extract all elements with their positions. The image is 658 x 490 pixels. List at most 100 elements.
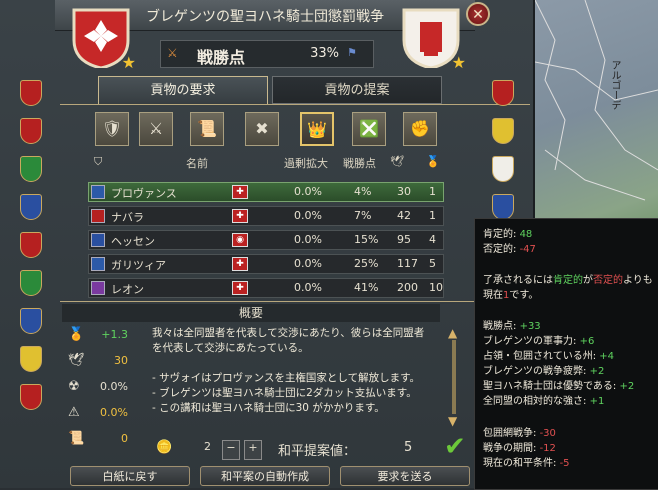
- explain-text: です。: [509, 290, 539, 301]
- gold-amount: 2: [204, 440, 211, 453]
- owner-flag-icon: ✚: [232, 257, 248, 271]
- acceptance-tooltip: 肯定的: 48 否定的: -47 了承されるには肯定的が否定的よりも 現在1です…: [474, 218, 658, 490]
- negative-label: 否定的:: [483, 244, 520, 255]
- explain-text: が: [583, 275, 593, 286]
- star-icon: ★: [121, 53, 136, 72]
- row-val2: 1: [429, 209, 436, 222]
- summary-description: 我々は全同盟者を代表して交渉にあたり、彼らは全同盟者 を代表して交渉にあたってい…: [152, 326, 442, 426]
- summary-stats: 🏅 +1.3 🕊 30 ☢ 0.0% ⚠ 0.0% 📜 0: [62, 322, 148, 460]
- demand-release-vassal[interactable]: 🛡: [95, 112, 129, 146]
- row-name: レオン: [111, 283, 144, 296]
- row-warscore: 41%: [354, 281, 379, 294]
- dove-icon: 🕊: [390, 155, 404, 168]
- ally-shield[interactable]: [20, 346, 42, 372]
- scroll-icon: 📜: [68, 431, 85, 446]
- reset-button[interactable]: 白紙に戻す: [70, 466, 190, 486]
- send-demand-button[interactable]: 要求を送る: [340, 466, 470, 486]
- enemy-shield: ★: [400, 6, 466, 72]
- enemy-ally-shield[interactable]: [492, 156, 514, 182]
- enemy-ally-shield[interactable]: [492, 118, 514, 144]
- close-button[interactable]: ✕: [466, 2, 490, 26]
- item-value: +2: [589, 366, 605, 377]
- stat-value: 0.0%: [100, 380, 128, 393]
- owner-flag-icon: ✚: [232, 209, 248, 223]
- table-row[interactable]: ヘッセン ◉ 0.0% 15% 95 4: [88, 230, 444, 250]
- desc-line: - ブレゲンツは聖ヨハネ騎士団に2ダカット支払います。: [152, 387, 417, 399]
- summary-scrollbar[interactable]: ▲ ▼: [446, 326, 462, 428]
- scroll-up-icon[interactable]: ▲: [448, 326, 457, 340]
- item-value: +4: [599, 351, 614, 362]
- peace-acceptance-label: 和平提案値：: [278, 444, 357, 459]
- our-shield: ★: [70, 6, 136, 72]
- row-val2: 5: [429, 257, 436, 270]
- tooltip-explain-2: 現在1です。: [483, 288, 538, 303]
- item-value: +2: [619, 381, 635, 392]
- desc-line: - この講和は聖ヨハネ騎士団に30 がかかります。: [152, 402, 385, 414]
- tooltip-explain-1: 了承されるには肯定的が否定的よりも: [483, 273, 653, 288]
- enemy-ally-shield[interactable]: [492, 194, 514, 220]
- desc-line: [152, 356, 442, 371]
- ally-shield[interactable]: [20, 270, 42, 296]
- row-val2: 1: [429, 185, 436, 198]
- aggressive-expansion-icon: ⚠: [68, 405, 80, 420]
- map-label: アルゴーデ: [609, 60, 620, 110]
- row-val1: 200: [397, 281, 418, 294]
- col-header-overextension: 過剰拡大: [284, 157, 328, 170]
- warscore-value: 33%: [310, 46, 339, 61]
- stat-value: 0.0%: [100, 406, 128, 419]
- tab-offer[interactable]: 貢物の提案: [272, 76, 442, 104]
- desc-line: - サヴォイはプロヴァンスを主権国家として解放します。: [152, 372, 421, 384]
- tooltip-item: ブレゲンツの戦争疲弊: +2: [483, 364, 604, 379]
- confirm-check-icon[interactable]: ✔: [444, 432, 466, 462]
- item-label: ブレゲンツの戦争疲弊:: [483, 366, 590, 377]
- row-val2: 10: [429, 281, 443, 294]
- tooltip-item: 戦勝点: +33: [483, 319, 541, 334]
- enemy-shields-column: [492, 80, 518, 232]
- demand-humiliate[interactable]: ✊: [403, 112, 437, 146]
- demand-transfer[interactable]: 📜: [190, 112, 224, 146]
- col-header-name: 名前: [186, 157, 208, 170]
- item-label: 聖ヨハネ騎士団は優勢である:: [483, 381, 620, 392]
- plus-button[interactable]: +: [244, 440, 262, 460]
- item-value: +33: [519, 321, 541, 332]
- ally-shield[interactable]: [20, 118, 42, 144]
- table-row[interactable]: プロヴァンス ✚ 0.0% 4% 30 1: [88, 182, 444, 202]
- table-row[interactable]: レオン ✚ 0.0% 41% 200 10: [88, 278, 444, 298]
- demand-revoke-claim[interactable]: ⚔: [139, 112, 173, 146]
- demand-crown[interactable]: 👑: [300, 112, 334, 146]
- explain-positive: 肯定的: [553, 275, 583, 286]
- item-label: 戦争の期間:: [483, 443, 540, 454]
- demand-release[interactable]: ❎: [352, 112, 386, 146]
- stat-value: 0: [121, 432, 128, 445]
- minus-button[interactable]: −: [222, 440, 240, 460]
- tab-demand[interactable]: 貢物の要求: [98, 76, 268, 104]
- scroll-down-icon[interactable]: ▼: [448, 414, 457, 428]
- scroll-track[interactable]: [452, 340, 456, 414]
- stat-row: 🏅 +1.3: [62, 326, 142, 346]
- star-icon: ★: [451, 53, 466, 72]
- col-header-warscore: 戦勝点: [343, 157, 376, 170]
- ally-shield[interactable]: [20, 156, 42, 182]
- row-val1: 117: [397, 257, 418, 270]
- explain-text: 現在: [483, 290, 503, 301]
- row-warscore: 7%: [354, 209, 372, 222]
- item-value: -5: [559, 458, 570, 469]
- ally-shield[interactable]: [20, 308, 42, 334]
- item-label: 戦勝点:: [483, 321, 520, 332]
- ally-shield[interactable]: [20, 194, 42, 220]
- ally-shield[interactable]: [20, 384, 42, 410]
- table-row[interactable]: ガリツィア ✚ 0.0% 25% 117 5: [88, 254, 444, 274]
- ally-shield[interactable]: [20, 232, 42, 258]
- enemy-ally-shield[interactable]: [492, 80, 514, 106]
- stat-row: ⚠ 0.0%: [62, 404, 142, 424]
- table-row[interactable]: ナバラ ✚ 0.0% 7% 42 1: [88, 206, 444, 226]
- dove-icon: 🕊: [68, 353, 85, 368]
- demand-annul-treaties[interactable]: ✖: [245, 112, 279, 146]
- item-value: +6: [579, 336, 595, 347]
- owner-flag-icon: ✚: [232, 281, 248, 295]
- ally-shield[interactable]: [20, 80, 42, 106]
- negative-value: -47: [519, 244, 536, 255]
- auto-create-button[interactable]: 和平案の自動作成: [200, 466, 330, 486]
- positive-value: 48: [519, 229, 533, 240]
- row-name: ガリツィア: [111, 259, 166, 272]
